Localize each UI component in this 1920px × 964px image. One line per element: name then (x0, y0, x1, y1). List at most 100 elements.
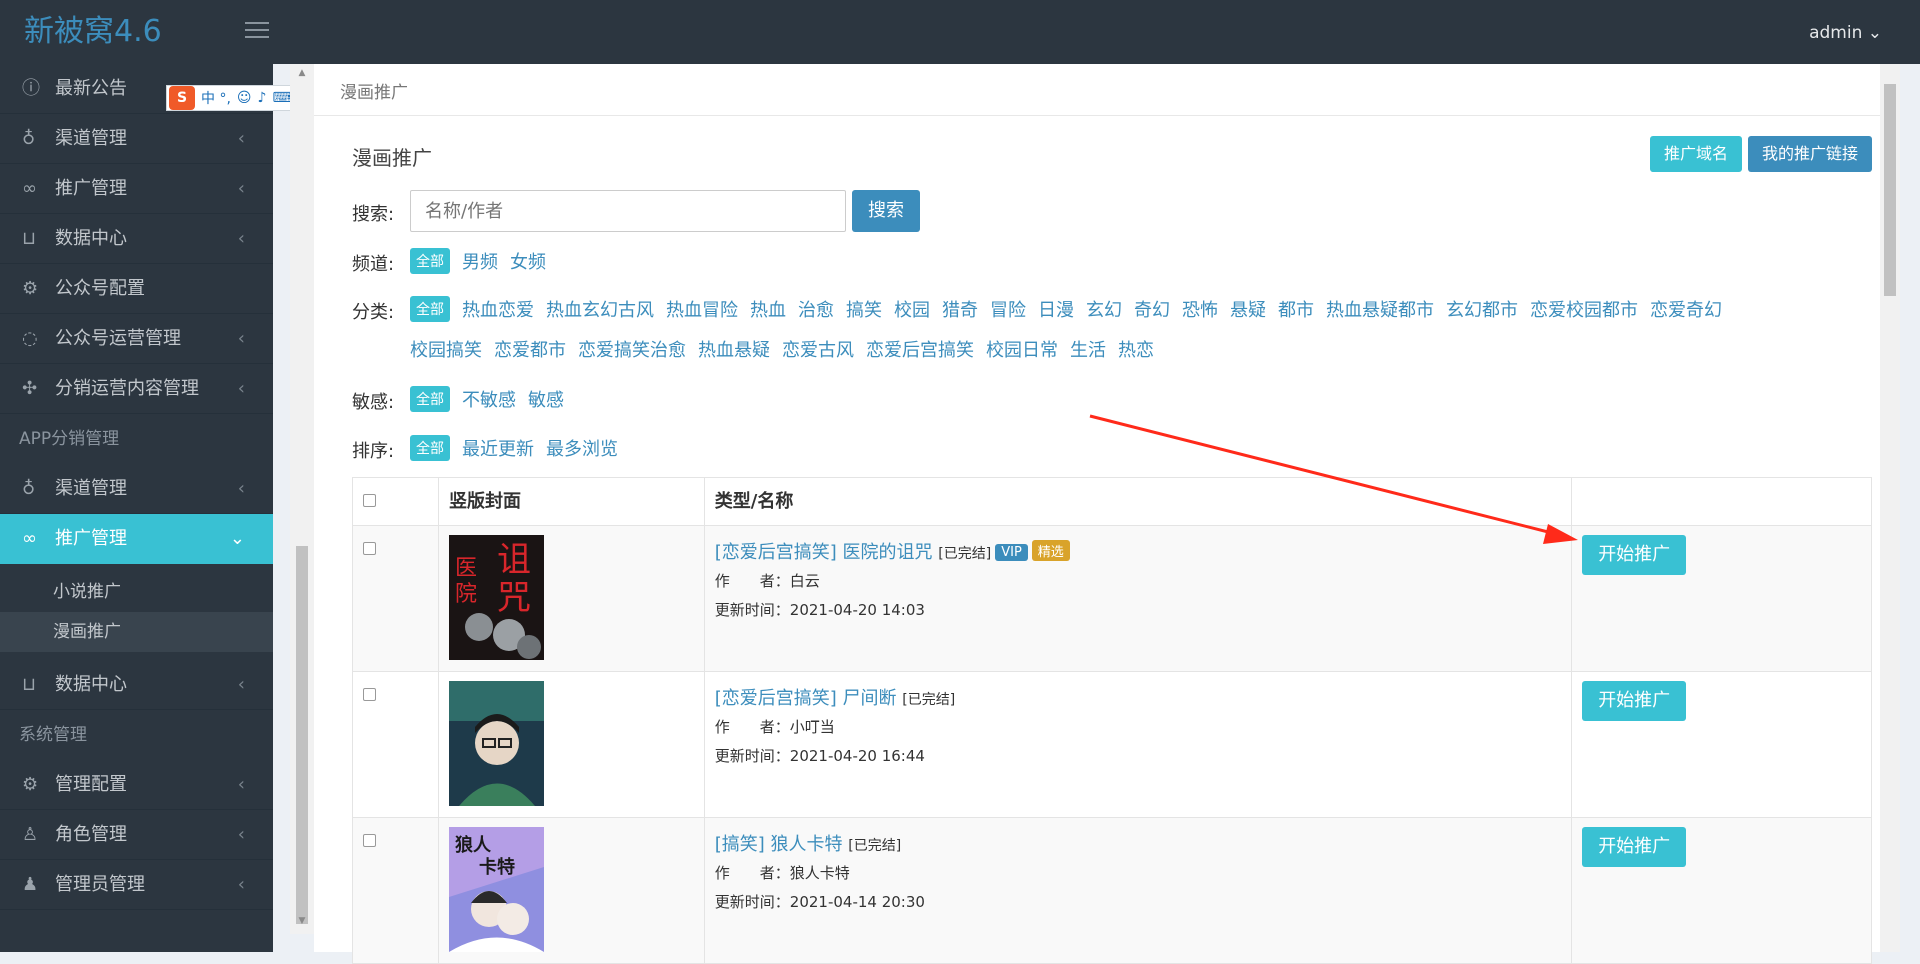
sidebar-item-wechat-ops[interactable]: ◌ 公众号运营管理 ‹ (0, 314, 273, 364)
comic-cover-image[interactable]: 狼人 卡特 (448, 827, 544, 952)
filter-option[interactable]: 校园搞笑 (410, 336, 482, 362)
gear-icon: ⚙ (22, 774, 39, 795)
comic-cover-image[interactable]: 医 诅 院 咒 (448, 535, 544, 660)
filter-option[interactable]: 不敏感 (462, 386, 516, 412)
filter-option[interactable]: 校园日常 (986, 336, 1058, 362)
scroll-down-icon[interactable]: ▼ (296, 916, 308, 928)
comic-cover-image[interactable] (448, 681, 544, 806)
sidebar-item-data[interactable]: ⊔ 数据中心 ‹ (0, 214, 273, 264)
row-checkbox[interactable] (363, 834, 376, 847)
filter-option[interactable]: 恋爱后宫搞笑 (866, 336, 974, 362)
sidebar-item-promotion[interactable]: ∞ 推广管理 ‹ (0, 164, 273, 214)
filter-option[interactable]: 搞笑 (846, 296, 882, 322)
sidebar-toggle-icon[interactable] (245, 22, 269, 40)
filter-option[interactable]: 日漫 (1038, 296, 1074, 322)
app-logo[interactable]: 新被窝4.6 (0, 0, 273, 64)
sidebar-item-manage-config[interactable]: ⚙ 管理配置 ‹ (0, 760, 273, 810)
channel-label: 频道: (352, 254, 395, 275)
filter-option-selected[interactable]: 全部 (410, 248, 450, 274)
promo-domain-button[interactable]: 推广域名 (1650, 136, 1743, 172)
featured-badge: 精选 (1031, 540, 1070, 561)
sidebar-subitem-novel[interactable]: 小说推广 (0, 572, 273, 612)
sidebar-header-app: APP分销管理 (19, 429, 120, 449)
filter-option[interactable]: 恋爱古风 (782, 336, 854, 362)
sidebar-item-app-channel[interactable]: ♁ 渠道管理 ‹ (0, 464, 273, 514)
filter-option[interactable]: 敏感 (528, 386, 564, 412)
cart-icon: ⊔ (22, 674, 37, 695)
filter-option[interactable]: 热血玄幻古风 (546, 296, 654, 322)
filter-option[interactable]: 猎奇 (942, 296, 978, 322)
filter-option[interactable]: 热血冒险 (666, 296, 738, 322)
filter-option-selected[interactable]: 全部 (410, 386, 450, 412)
filter-option-selected[interactable]: 全部 (410, 296, 450, 322)
filter-option[interactable]: 最近更新 (462, 435, 534, 461)
filter-option[interactable]: 热血悬疑 (698, 336, 770, 362)
filter-option[interactable]: 热恋 (1118, 336, 1154, 362)
sidebar-item-app-promotion[interactable]: ∞ 推广管理 ⌄ (0, 514, 273, 564)
page-scrollbar[interactable] (1880, 64, 1900, 952)
filter-option[interactable]: 最多浏览 (546, 435, 618, 461)
filter-option[interactable]: 玄幻都市 (1446, 296, 1518, 322)
sidebar-scrollbar[interactable]: ▲ ▼ (290, 64, 314, 934)
sidebar-item-app-data[interactable]: ⊔ 数据中心 ‹ (0, 660, 273, 710)
filter-option[interactable]: 都市 (1278, 296, 1314, 322)
scrollbar-thumb[interactable] (1884, 84, 1896, 296)
puzzle-icon: ✣ (22, 378, 38, 399)
filter-option[interactable]: 治愈 (798, 296, 834, 322)
bulb-icon: ♁ (22, 478, 36, 499)
filter-option[interactable]: 热血悬疑都市 (1326, 296, 1434, 322)
select-all-checkbox[interactable] (363, 494, 376, 507)
comic-title-link[interactable]: [恋爱后宫搞笑] 尸间断 (715, 688, 897, 709)
ime-mode-indicator[interactable]: 中 °, (201, 88, 231, 108)
filter-option[interactable]: 奇幻 (1134, 296, 1170, 322)
scrollbar-thumb[interactable] (296, 546, 308, 924)
filter-option[interactable]: 冒险 (990, 296, 1026, 322)
comic-title-link[interactable]: [搞笑] 狼人卡特 (715, 834, 843, 855)
chevron-left-icon: ‹ (237, 478, 245, 499)
my-promo-link-button[interactable]: 我的推广链接 (1748, 136, 1873, 172)
scroll-up-icon[interactable]: ▲ (296, 68, 308, 80)
filter-option[interactable]: 恋爱校园都市 (1530, 296, 1638, 322)
filter-option-selected[interactable]: 全部 (410, 435, 450, 461)
search-button[interactable]: 搜索 (852, 190, 920, 232)
sidebar-item-wechat-config[interactable]: ⚙ 公众号配置 (0, 264, 273, 314)
sensitive-filter: 全部 不敏感 敏感 (410, 386, 1010, 412)
user-menu[interactable]: admin ⌄ (1809, 0, 1882, 64)
filter-option[interactable]: 悬疑 (1230, 296, 1266, 322)
divider (314, 115, 1900, 116)
row-checkbox[interactable] (363, 688, 376, 701)
filter-option[interactable]: 校园 (894, 296, 930, 322)
microphone-icon[interactable]: ♪ (258, 90, 267, 106)
row-checkbox[interactable] (363, 542, 376, 555)
sidebar-subitem-comic[interactable]: 漫画推广 (0, 612, 273, 652)
sidebar-item-roles[interactable]: ♙ 角色管理 ‹ (0, 810, 273, 860)
search-input[interactable] (410, 190, 846, 232)
bulb-icon: ♁ (22, 128, 36, 149)
filter-option[interactable]: 恋爱都市 (494, 336, 566, 362)
filter-option[interactable]: 恋爱搞笑治愈 (578, 336, 686, 362)
start-promotion-button[interactable]: 开始推广 (1582, 827, 1687, 867)
filter-option[interactable]: 恋爱奇幻 (1650, 296, 1722, 322)
sidebar-item-admins[interactable]: ♟ 管理员管理 ‹ (0, 860, 273, 910)
info-icon: ⓘ (22, 78, 40, 99)
filter-option[interactable]: 生活 (1070, 336, 1106, 362)
filter-option[interactable]: 热血 (750, 296, 786, 322)
breadcrumb: 漫画推广 (340, 83, 408, 103)
chevron-down-icon: ⌄ (229, 528, 245, 549)
emoji-icon[interactable]: ☺ (237, 90, 252, 106)
updated-text: 更新时间：2021-04-14 20:30 (714, 893, 925, 911)
table-row: 医 诅 院 咒 [恋爱后宫搞笑] 医院的诅咒 [已完结] VIP 精选 作 者：白云… (353, 526, 1872, 672)
sort-filter: 全部 最近更新 最多浏览 (410, 435, 1010, 461)
filter-option[interactable]: 热血恋爱 (462, 296, 534, 322)
sidebar-item-content-ops[interactable]: ✣ 分销运营内容管理 ‹ (0, 364, 273, 414)
filter-option[interactable]: 男频 (462, 248, 498, 274)
updated-text: 更新时间：2021-04-20 14:03 (714, 601, 925, 619)
filter-option[interactable]: 玄幻 (1086, 296, 1122, 322)
sensitive-label: 敏感: (352, 392, 395, 413)
sidebar-item-channel[interactable]: ♁ 渠道管理 ‹ (0, 114, 273, 164)
comic-title-link[interactable]: [恋爱后宫搞笑] 医院的诅咒 (715, 542, 933, 563)
filter-option[interactable]: 恐怖 (1182, 296, 1218, 322)
start-promotion-button[interactable]: 开始推广 (1582, 535, 1687, 575)
filter-option[interactable]: 女频 (510, 248, 546, 274)
start-promotion-button[interactable]: 开始推广 (1582, 681, 1687, 721)
